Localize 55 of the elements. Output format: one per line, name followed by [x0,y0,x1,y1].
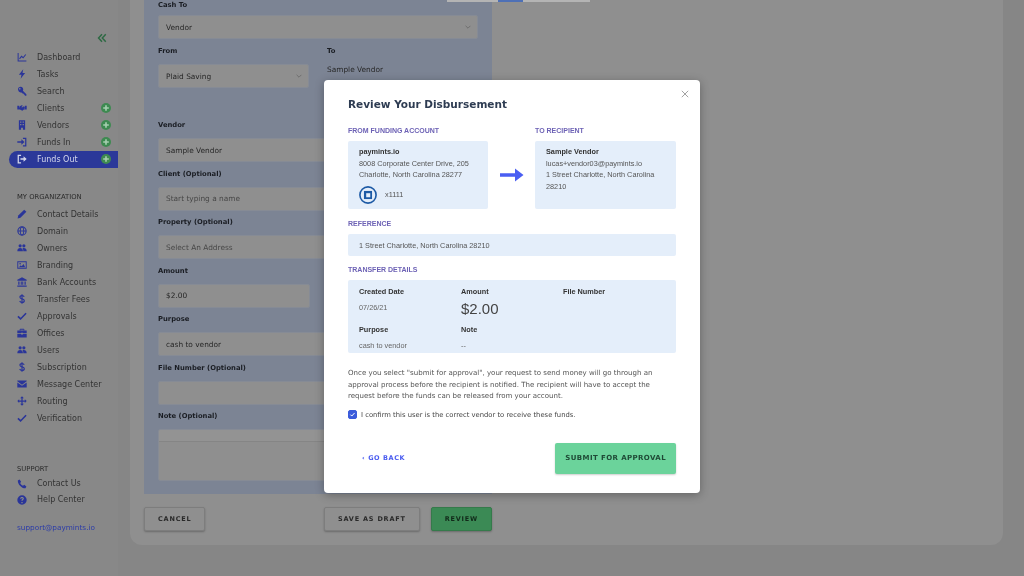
phone-icon [17,478,27,489]
briefcase-icon [17,328,27,338]
nav-item[interactable]: Verification [9,409,118,427]
lightning-bolt-icon [17,69,27,79]
nav-item[interactable]: Owners [9,239,118,257]
nav-item[interactable]: Clients [9,99,118,117]
nav-item[interactable]: Branding [9,256,118,274]
dialog-title: Review Your Disbursement [348,97,507,111]
dollar-icon [17,294,27,304]
move-arrows-icon [17,396,27,406]
globe-icon [17,226,27,236]
add-circle-icon[interactable] [101,137,111,147]
nav-item[interactable]: Message Center [9,375,118,393]
nav-item[interactable]: Funds In [9,133,118,151]
sign-in-icon [17,137,27,147]
nav-item[interactable]: Transfer Fees [9,290,118,308]
bank-logo-icon [359,186,377,205]
add-circle-icon[interactable] [101,103,111,113]
help-icon [17,494,27,505]
nav-item[interactable]: Tasks [9,65,118,83]
amount-value: $2.00 [461,301,499,317]
nav-item[interactable]: Subscription [9,358,118,376]
nav-item[interactable]: Funds Out [9,150,118,168]
arrow-right-icon [499,168,524,182]
line-chart-icon [17,52,27,62]
add-circle-icon[interactable] [101,154,111,164]
users-icon [17,345,27,355]
building-icon [17,120,27,130]
bank-icon [17,277,27,287]
nav-item[interactable]: Domain [9,222,118,240]
checkbox[interactable] [348,410,357,420]
nav-item[interactable]: Offices [9,324,118,342]
nav-item[interactable]: Bank Accounts [9,273,118,291]
users-icon [17,243,27,253]
envelope-icon [17,379,27,389]
nav-item[interactable]: Dashboard [9,48,118,66]
double-chevron-left-icon[interactable] [97,33,107,43]
sign-out-icon [17,154,27,164]
pencil-icon [17,209,27,219]
nav-item[interactable]: Help Center [9,491,118,508]
nav-item[interactable]: Routing [9,392,118,410]
checkmark-icon [17,413,27,423]
add-circle-icon[interactable] [101,120,111,130]
handshake-icon [17,103,27,113]
nav-item[interactable]: Approvals [9,307,118,325]
nav-item[interactable]: Vendors [9,116,118,134]
nav-item[interactable]: Contact Details [9,205,118,223]
key-icon [17,86,27,96]
dollar-icon [17,362,27,372]
close-icon[interactable] [681,90,689,98]
nav-item[interactable]: Contact Us [9,475,118,492]
nav-item[interactable]: Users [9,341,118,359]
image-icon [17,260,27,270]
nav-item[interactable]: Search [9,82,118,100]
checkmark-icon [17,311,27,321]
